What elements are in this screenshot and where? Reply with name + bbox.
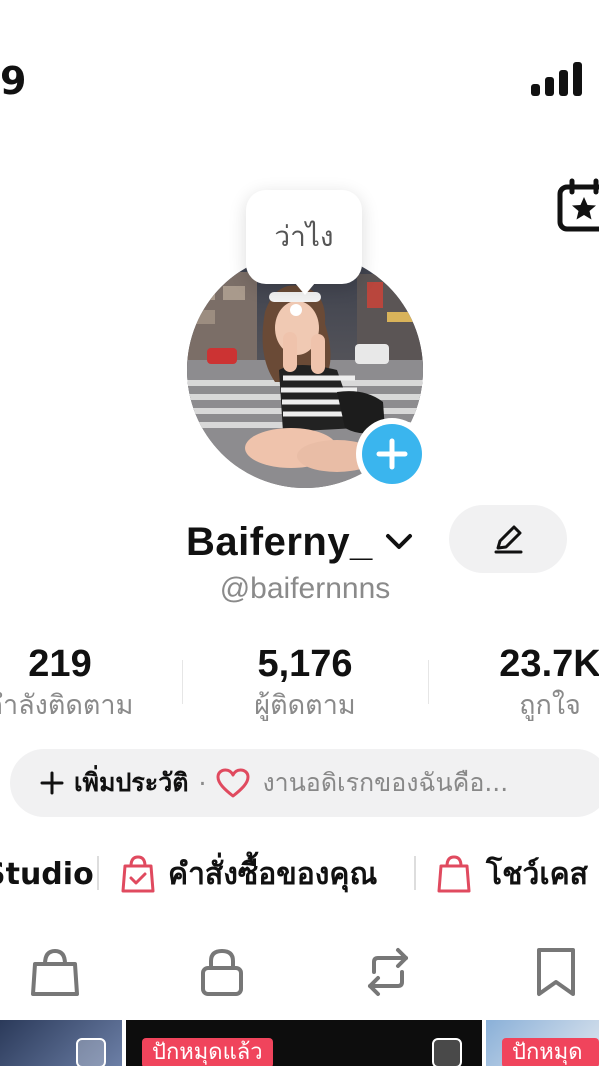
display-name: Baiferny_ [186, 519, 373, 564]
video-thumbnail[interactable] [0, 1020, 122, 1066]
stat-likes-label: ถูกใจ [519, 690, 581, 721]
showcase-link[interactable]: โชว์เคส [436, 846, 588, 902]
stat-divider [182, 660, 183, 704]
orders-label: คำสั่งซื้อของคุณ [168, 856, 378, 892]
stat-followers-value: 5,176 [257, 643, 353, 685]
heart-icon [216, 768, 250, 798]
stat-followers[interactable]: 5,176 ผู้ติดตาม [195, 642, 415, 726]
repost-icon[interactable] [362, 946, 414, 998]
shopping-bag-check-icon [121, 855, 155, 893]
showcase-label: โชว์เคส [486, 856, 588, 892]
bookmark-icon[interactable] [530, 946, 582, 998]
stat-following[interactable]: 219 กำลังติดตาม [0, 642, 170, 726]
add-bio-label: เพิ่มประวัติ [74, 768, 189, 797]
pinned-badge: ปักหมุดแล้ว [142, 1038, 273, 1066]
display-name-row[interactable]: Baiferny_ [186, 514, 413, 570]
studio-link[interactable]: Studio [0, 846, 94, 902]
studio-label: Studio [0, 856, 94, 892]
signal-strength-icon [531, 62, 582, 96]
link-separator [414, 856, 416, 890]
note-bubble[interactable]: ว่าไง [246, 190, 362, 284]
link-separator [97, 856, 99, 890]
stat-following-value: 219 [28, 643, 92, 685]
video-thumbnail[interactable]: ปักหมุดแล้ว [486, 1020, 599, 1066]
pinned-badge: ปักหมุดแล้ว [502, 1038, 599, 1066]
bio-preview-text: งานอดิเรกของฉันคือ... [262, 768, 509, 797]
video-grid: ปักหมุดแล้ว ปักหมุดแล้ว [0, 1020, 599, 1066]
bio-separator: · [198, 768, 207, 798]
pencil-icon [494, 525, 523, 554]
lock-icon[interactable] [196, 946, 248, 998]
note-bubble-dot [290, 304, 302, 316]
shopping-bag-icon [437, 855, 471, 893]
note-text: ว่าไง [274, 220, 334, 253]
orders-link[interactable]: คำสั่งซื้อของคุณ [120, 846, 377, 902]
video-thumbnail[interactable]: ปักหมุดแล้ว [126, 1020, 482, 1066]
status-time: 9 [0, 59, 27, 103]
add-story-button[interactable] [356, 418, 428, 490]
calendar-star-icon[interactable] [557, 178, 599, 234]
stat-following-label: กำลังติดตาม [0, 690, 134, 721]
stat-likes-value: 23.7K [499, 643, 599, 685]
username-handle: @baifernnns [219, 572, 391, 605]
chevron-down-icon[interactable] [385, 533, 413, 551]
plus-icon [40, 771, 64, 795]
stat-likes[interactable]: 23.7K ถูกใจ [440, 642, 599, 726]
select-checkbox[interactable] [432, 1038, 462, 1066]
stat-followers-label: ผู้ติดตาม [254, 690, 356, 721]
shop-bag-icon[interactable] [29, 946, 81, 998]
note-bubble-tail [290, 277, 320, 295]
select-checkbox[interactable] [76, 1038, 106, 1066]
add-bio-button[interactable]: เพิ่มประวัติ · งานอดิเรกของฉันคือ... [10, 749, 599, 817]
plus-icon [376, 438, 408, 470]
edit-profile-button[interactable] [449, 505, 567, 573]
stat-divider [428, 660, 429, 704]
